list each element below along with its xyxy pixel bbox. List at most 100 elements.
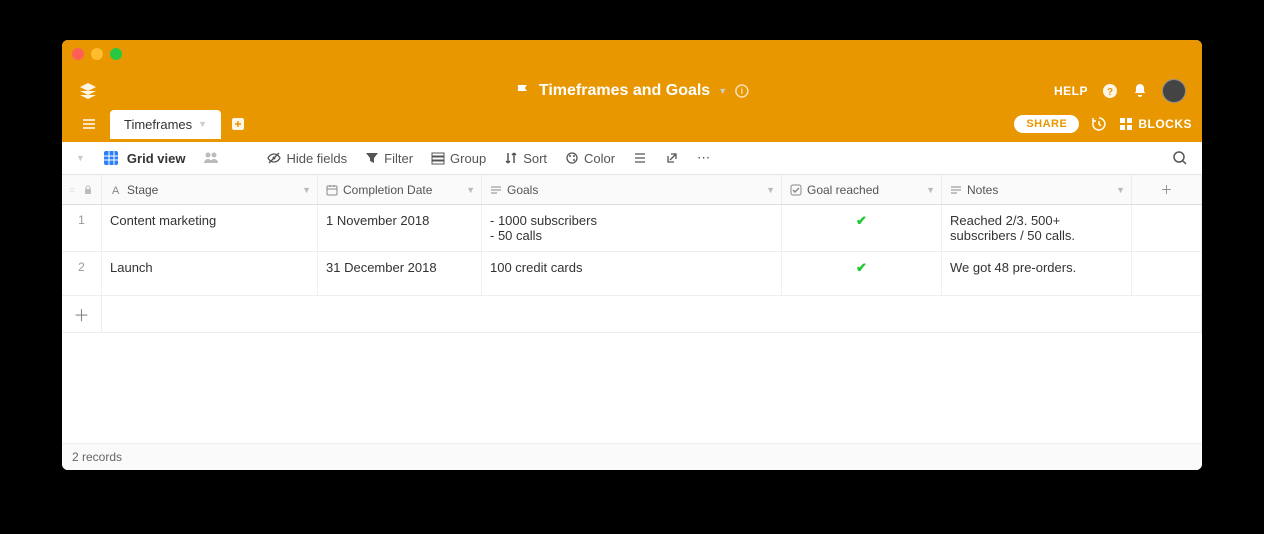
cell-goals[interactable]: 100 credit cards (490, 260, 583, 275)
header-right: HELP ? (1054, 79, 1186, 103)
chevron-down-icon: ▼ (766, 185, 775, 195)
app-header: Timeframes and Goals ▼ i HELP ? (62, 68, 1202, 106)
base-title[interactable]: Timeframes and Goals ▼ i (515, 82, 749, 100)
grid-icon (103, 150, 119, 166)
chevron-down-icon: ▼ (1116, 185, 1125, 195)
more-icon[interactable]: ⋯ (697, 150, 710, 166)
column-completion-date[interactable]: Completion Date ▼ (318, 175, 482, 204)
flag-icon (515, 83, 531, 99)
text-field-icon: A (110, 184, 122, 196)
blocks-icon (1119, 117, 1133, 131)
grid-footer: 2 records (62, 443, 1202, 470)
cell-date[interactable]: 1 November 2018 (326, 213, 429, 228)
table-row[interactable]: 2 Launch 31 December 2018 100 credit car… (62, 252, 1202, 296)
help-link[interactable]: HELP (1054, 84, 1088, 98)
column-label: Goals (507, 183, 538, 197)
column-notes[interactable]: Notes ▼ (942, 175, 1132, 204)
share-button[interactable]: SHARE (1014, 115, 1079, 133)
cell-goals[interactable]: - 1000 subscribers - 50 calls (490, 213, 597, 243)
column-label: Completion Date (343, 183, 432, 197)
check-icon[interactable]: ✔ (856, 213, 867, 229)
table-row[interactable]: 1 Content marketing 1 November 2018 - 10… (62, 205, 1202, 252)
filter-button[interactable]: Filter (365, 151, 413, 166)
collaborators-icon[interactable] (203, 150, 219, 166)
column-label: Notes (967, 183, 998, 197)
row-number: 2 (78, 260, 85, 274)
toolbar: ▼ Grid view Hide fields Filter Group Sor… (62, 142, 1202, 175)
history-icon[interactable] (1091, 116, 1107, 132)
bell-icon[interactable] (1132, 83, 1148, 99)
blocks-label: BLOCKS (1138, 117, 1192, 131)
app-window: Timeframes and Goals ▼ i HELP ? Timefram… (62, 40, 1202, 470)
view-name: Grid view (127, 151, 186, 166)
chevron-down-icon: ▼ (466, 185, 475, 195)
close-window-button[interactable] (72, 48, 84, 60)
grid-header: A Stage ▼ Completion Date ▼ Goals ▼ Goal… (62, 175, 1202, 205)
eye-off-icon (267, 151, 281, 165)
chevron-down-icon: ▼ (198, 119, 207, 129)
column-label: Goal reached (807, 183, 879, 197)
filter-icon (365, 151, 379, 165)
color-label: Color (584, 151, 615, 166)
sort-label: Sort (523, 151, 547, 166)
date-field-icon (326, 184, 338, 196)
add-tab-button[interactable] (221, 111, 255, 137)
checkbox-field-icon (790, 184, 802, 196)
tabs-row: Timeframes ▼ SHARE BLOCKS (62, 106, 1202, 142)
row-number: 1 (78, 213, 85, 227)
tabs-right: SHARE BLOCKS (1014, 115, 1192, 133)
check-icon[interactable]: ✔ (856, 260, 867, 276)
tab-label: Timeframes (124, 117, 192, 132)
blocks-button[interactable]: BLOCKS (1119, 117, 1192, 131)
empty-grid-area (62, 333, 1202, 443)
base-title-text: Timeframes and Goals (539, 82, 710, 100)
filter-label: Filter (384, 151, 413, 166)
empty-cell (1132, 205, 1202, 251)
expand-views-icon[interactable]: ▼ (76, 153, 85, 163)
group-icon (431, 151, 445, 165)
help-icon[interactable]: ? (1102, 83, 1118, 99)
info-icon[interactable]: i (735, 84, 749, 98)
minimize-window-button[interactable] (91, 48, 103, 60)
cell-stage[interactable]: Launch (110, 260, 153, 275)
column-stage[interactable]: A Stage ▼ (102, 175, 318, 204)
app-logo-icon (78, 81, 98, 101)
record-count: 2 records (72, 450, 122, 464)
column-goals[interactable]: Goals ▼ (482, 175, 782, 204)
avatar[interactable] (1162, 79, 1186, 103)
menu-icon[interactable] (72, 111, 106, 137)
cell-date[interactable]: 31 December 2018 (326, 260, 437, 275)
svg-text:i: i (741, 86, 744, 96)
add-row-button[interactable]: ＋ (62, 296, 1202, 333)
traffic-lights (72, 48, 122, 60)
svg-text:?: ? (1107, 87, 1113, 98)
color-button[interactable]: Color (565, 151, 615, 166)
chevron-down-icon: ▼ (926, 185, 935, 195)
tab-timeframes[interactable]: Timeframes ▼ (110, 110, 221, 139)
search-icon[interactable] (1172, 150, 1188, 166)
view-switcher[interactable]: Grid view (103, 150, 186, 166)
sort-button[interactable]: Sort (504, 151, 547, 166)
add-column-button[interactable]: ＋ (1132, 175, 1202, 204)
hide-fields-button[interactable]: Hide fields (267, 151, 347, 166)
empty-cell (1132, 252, 1202, 295)
cell-stage[interactable]: Content marketing (110, 213, 216, 228)
hide-fields-label: Hide fields (286, 151, 347, 166)
cell-notes[interactable]: Reached 2/3. 500+ subscribers / 50 calls… (950, 213, 1123, 243)
maximize-window-button[interactable] (110, 48, 122, 60)
sort-icon (504, 151, 518, 165)
group-button[interactable]: Group (431, 151, 486, 166)
chevron-down-icon: ▼ (302, 185, 311, 195)
chevron-down-icon: ▼ (718, 86, 727, 96)
long-text-icon (950, 184, 962, 196)
select-all-checkbox[interactable] (62, 175, 102, 204)
data-grid: A Stage ▼ Completion Date ▼ Goals ▼ Goal… (62, 175, 1202, 443)
group-label: Group (450, 151, 486, 166)
color-icon (565, 151, 579, 165)
svg-text:A: A (112, 185, 120, 196)
share-view-icon[interactable] (665, 151, 679, 165)
lock-icon (83, 185, 93, 195)
row-height-icon[interactable] (633, 151, 647, 165)
column-goal-reached[interactable]: Goal reached ▼ (782, 175, 942, 204)
cell-notes[interactable]: We got 48 pre-orders. (950, 260, 1076, 275)
